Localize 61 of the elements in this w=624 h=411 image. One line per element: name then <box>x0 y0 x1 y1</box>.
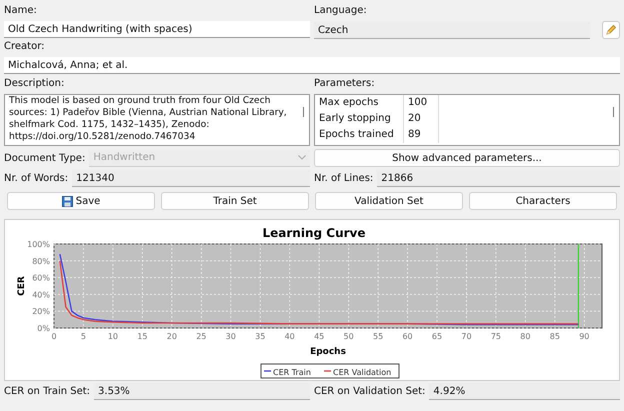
x-tick-label: 80 <box>520 332 530 341</box>
x-tick-label: 0 <box>51 332 57 341</box>
x-axis-title: Epochs <box>310 347 346 357</box>
table-cell: 20 <box>404 111 439 127</box>
creator-field[interactable]: Michalcová, Anna; et al. <box>4 57 620 74</box>
x-tick-label: 60 <box>402 332 413 341</box>
y-tick-label: 0% <box>37 324 50 333</box>
x-tick-label: 30 <box>226 332 236 341</box>
button[interactable]: Train Set <box>161 192 309 210</box>
y-tick-label: 20% <box>32 307 50 316</box>
x-tick-label: 70 <box>461 332 472 341</box>
table-cell: Early stopping <box>315 111 404 127</box>
x-tick-label: 90 <box>579 332 590 341</box>
field-label: Language: <box>314 5 367 16</box>
table-cell: Max epochs <box>315 95 404 111</box>
table-cell: 100 <box>404 95 439 111</box>
y-tick-label: 100% <box>27 240 50 249</box>
table-cell: Epochs trained <box>315 127 404 143</box>
words-field: 121340 <box>72 170 310 187</box>
field-label: CER on Validation Set: <box>314 386 426 397</box>
lines-field: 21866 <box>377 170 620 187</box>
cer-train-field: 3.53% <box>94 383 310 400</box>
x-tick-label: 55 <box>373 332 384 341</box>
field-label: Nr. of Words: <box>4 173 68 184</box>
x-tick-label: 10 <box>108 332 118 341</box>
table-cell: 89 <box>404 127 439 143</box>
field-label: Description: <box>4 78 64 89</box>
x-tick-label: 65 <box>432 332 442 341</box>
x-tick-label: 20 <box>166 332 177 341</box>
field-label: Parameters: <box>314 78 375 89</box>
save-button[interactable]: Save <box>7 192 155 210</box>
pencil-icon <box>605 24 617 36</box>
field-label: Creator: <box>4 41 44 52</box>
field-label: Name: <box>4 5 37 16</box>
y-tick-label: 40% <box>32 290 50 300</box>
x-tick-label: 75 <box>490 332 502 341</box>
field-label: CER on Train Set: <box>4 386 90 397</box>
language-field[interactable]: Czech <box>314 22 590 38</box>
y-tick-label: 60% <box>32 274 50 283</box>
x-tick-label: 5 <box>80 332 86 341</box>
x-tick-label: 85 <box>550 332 560 341</box>
x-tick-label: 45 <box>314 332 324 341</box>
field-label: Nr. of Lines: <box>314 173 374 184</box>
button[interactable]: Characters <box>469 192 617 210</box>
button[interactable]: Validation Set <box>315 192 463 210</box>
field-label: Document Type: <box>4 152 86 164</box>
legend-label: CER Train <box>273 368 311 377</box>
advanced-parameters-button[interactable]: Show advanced parameters... <box>314 149 620 167</box>
chevron-down-icon <box>298 155 306 160</box>
legend-label: CER Validation <box>333 368 392 377</box>
y-tick-label: 80% <box>32 256 50 266</box>
name-field[interactable]: Old Czech Handwriting (with spaces) <box>4 21 310 38</box>
x-tick-label: 40 <box>284 332 295 341</box>
x-tick-label: 50 <box>344 332 354 341</box>
chart-title: Learning Curve <box>262 226 366 240</box>
x-tick-label: 15 <box>137 332 148 341</box>
x-tick-label: 35 <box>255 332 266 341</box>
x-tick-label: 25 <box>196 332 206 341</box>
edit-button[interactable] <box>602 21 620 39</box>
y-axis-title: CER <box>17 276 27 296</box>
cer-validation-field: 4.92% <box>429 383 620 400</box>
